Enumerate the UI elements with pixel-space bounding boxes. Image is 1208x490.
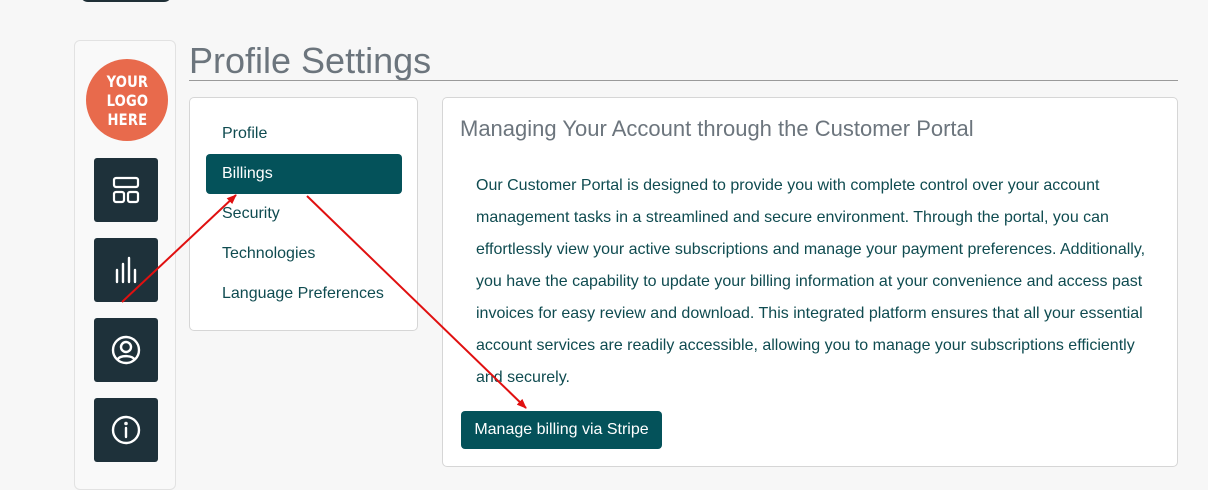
billing-title: Managing Your Account through the Custom… [460,116,974,141]
user-circle-icon [111,335,141,365]
page-title: Profile Settings [189,40,432,81]
info-icon [111,415,141,445]
bar-chart-icon [115,256,137,284]
menu-item-security[interactable]: Security [206,194,402,234]
billing-description: Our Customer Portal is designed to provi… [476,177,1146,386]
logo: YOUR LOGO HERE [86,59,168,141]
sidebar-analytics-button[interactable] [94,238,158,302]
title-divider [189,80,1178,81]
menu-item-billings[interactable]: Billings [206,154,402,194]
menu-item-profile[interactable]: Profile [206,114,402,154]
sidebar-info-button[interactable] [94,398,158,462]
manage-billing-button[interactable]: Manage billing via Stripe [461,411,662,449]
logo-text: YOUR LOGO HERE [106,71,148,129]
top-nav-pill [80,0,172,2]
dashboard-icon [112,176,140,204]
menu-item-language-preferences[interactable]: Language Preferences [206,274,402,314]
sidebar: YOUR LOGO HERE [74,40,176,490]
settings-menu: Profile Billings Security Technologies L… [189,97,418,331]
billing-panel: Managing Your Account through the Custom… [442,97,1178,467]
sidebar-profile-button[interactable] [94,318,158,382]
menu-item-technologies[interactable]: Technologies [206,234,402,274]
sidebar-dashboard-button[interactable] [94,158,158,222]
